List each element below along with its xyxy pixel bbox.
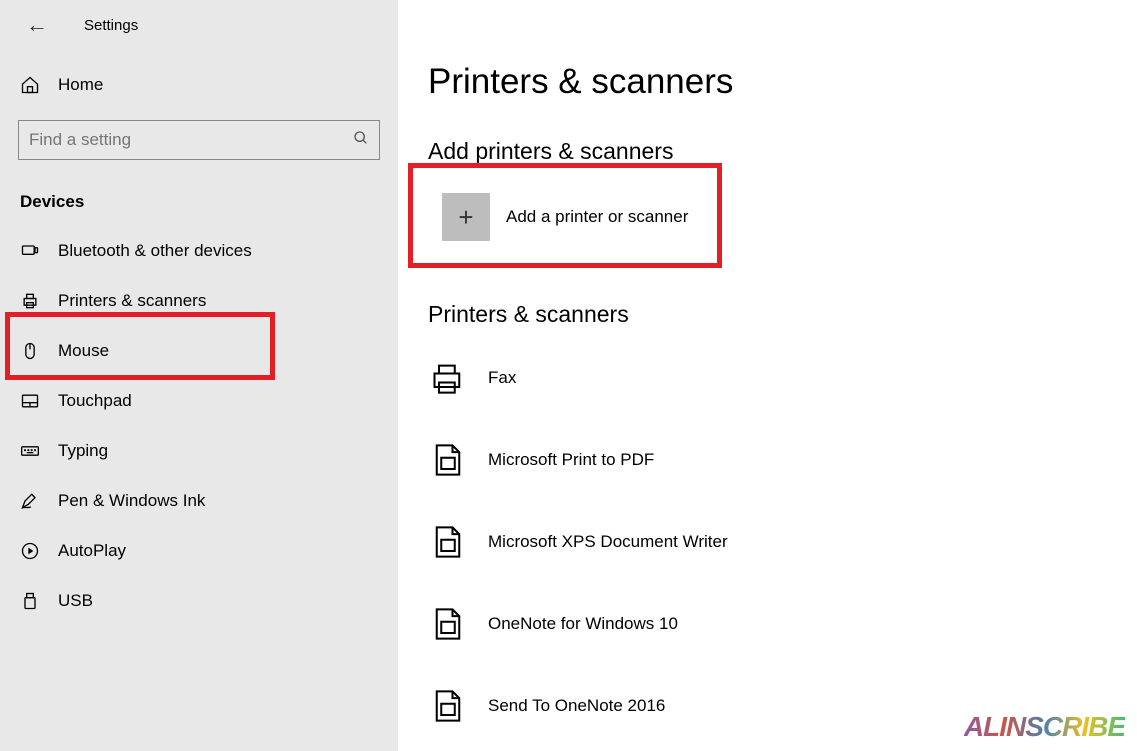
search-box[interactable]: [18, 120, 380, 160]
search-icon: [353, 130, 369, 151]
sidebar: ← Settings Home Devices Bluetooth & othe…: [0, 0, 398, 751]
sidebar-item-mouse[interactable]: Mouse: [0, 326, 398, 376]
usb-icon: [20, 591, 40, 611]
printer-row[interactable]: Fax: [428, 348, 1097, 408]
sidebar-item-label: Typing: [58, 441, 108, 461]
page-printer-icon: [428, 440, 468, 480]
add-section-title: Add printers & scanners: [428, 138, 1097, 165]
home-nav-item[interactable]: Home: [0, 60, 398, 110]
sidebar-item-pen[interactable]: Pen & Windows Ink: [0, 476, 398, 526]
sidebar-item-typing[interactable]: Typing: [0, 426, 398, 476]
home-icon: [20, 75, 40, 95]
pen-icon: [20, 491, 40, 511]
bluetooth-icon: [20, 241, 40, 261]
search-input[interactable]: [29, 130, 353, 150]
printer-label: Fax: [488, 368, 516, 388]
printer-label: OneNote for Windows 10: [488, 614, 678, 634]
header-row: ← Settings: [0, 14, 398, 60]
printer-row[interactable]: Microsoft Print to PDF: [428, 430, 1097, 490]
printer-list: Fax Microsoft Print to PDF Microsoft XPS…: [428, 348, 1097, 736]
home-label: Home: [58, 75, 103, 95]
sidebar-item-bluetooth[interactable]: Bluetooth & other devices: [0, 226, 398, 276]
mouse-icon: [20, 341, 40, 361]
category-label: Devices: [0, 178, 398, 226]
keyboard-icon: [20, 441, 40, 461]
printer-row[interactable]: Microsoft XPS Document Writer: [428, 512, 1097, 572]
printer-icon: [20, 291, 40, 311]
sidebar-item-autoplay[interactable]: AutoPlay: [0, 526, 398, 576]
sidebar-item-touchpad[interactable]: Touchpad: [0, 376, 398, 426]
printer-label: Microsoft XPS Document Writer: [488, 532, 728, 552]
page-printer-icon: [428, 686, 468, 726]
main-content: Printers & scanners Add printers & scann…: [398, 0, 1137, 751]
printer-label: Microsoft Print to PDF: [488, 450, 654, 470]
add-printer-label: Add a printer or scanner: [506, 207, 688, 227]
sidebar-item-label: Touchpad: [58, 391, 132, 411]
add-printer-button[interactable]: + Add a printer or scanner: [428, 183, 738, 251]
page-printer-icon: [428, 522, 468, 562]
fax-icon: [428, 358, 468, 398]
plus-icon: +: [442, 193, 490, 241]
sidebar-item-label: USB: [58, 591, 93, 611]
list-section-title: Printers & scanners: [428, 301, 1097, 328]
printer-row[interactable]: OneNote for Windows 10: [428, 594, 1097, 654]
sidebar-item-label: AutoPlay: [58, 541, 126, 561]
printer-label: Send To OneNote 2016: [488, 696, 665, 716]
sidebar-item-label: Pen & Windows Ink: [58, 491, 205, 511]
sidebar-item-printers[interactable]: Printers & scanners: [0, 276, 398, 326]
sidebar-item-usb[interactable]: USB: [0, 576, 398, 626]
autoplay-icon: [20, 541, 40, 561]
back-arrow-icon[interactable]: ←: [26, 14, 48, 36]
header-title: Settings: [84, 17, 138, 34]
watermark: ALINSCRIBE: [964, 711, 1125, 743]
sidebar-item-label: Mouse: [58, 341, 109, 361]
sidebar-item-label: Printers & scanners: [58, 291, 206, 311]
page-printer-icon: [428, 604, 468, 644]
page-title: Printers & scanners: [428, 62, 1097, 102]
sidebar-item-label: Bluetooth & other devices: [58, 241, 252, 261]
touchpad-icon: [20, 391, 40, 411]
